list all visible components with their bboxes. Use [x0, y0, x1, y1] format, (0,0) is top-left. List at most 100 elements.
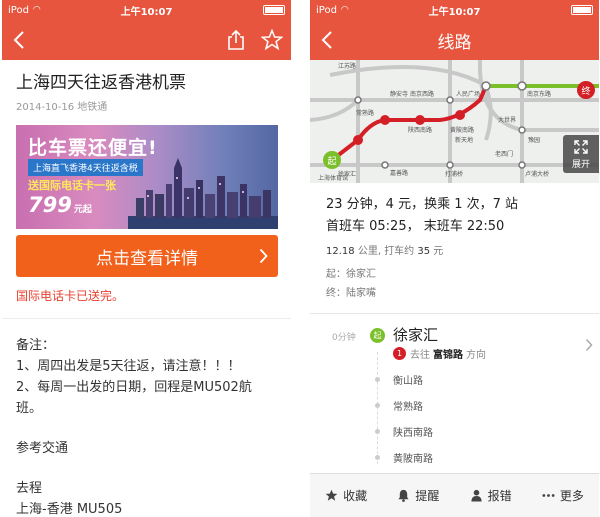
star-icon: [325, 489, 338, 501]
stop-name: 常熟路: [393, 402, 423, 413]
stop-name: 黄陂南路: [393, 454, 433, 465]
route-map[interactable]: 起 终 江苏路 静安寺 南京西路 人民广场 南京东路 常熟路 陕西南路 黄陂南路…: [310, 60, 599, 183]
stop-dot: [375, 429, 380, 434]
status-bar: iPod ◠ 上午10:07: [310, 0, 599, 20]
favorite-label: 收藏: [343, 489, 368, 503]
notes-section: 备注： 1、周四出发是5天往返，请注意！！！ 2、每周一出发的日期，回程是MU5…: [16, 335, 277, 517]
more-dots-icon: [542, 494, 555, 497]
direction-row: 1 去往 富锦路 方向: [393, 346, 486, 361]
view-details-button[interactable]: 点击查看详情: [16, 235, 278, 277]
battery-icon: [263, 5, 285, 15]
carrier-label: iPod: [8, 4, 29, 16]
banner-title: 比车票还便宜!: [28, 137, 158, 159]
transport-label: 参考交通: [16, 441, 69, 456]
route-steps[interactable]: 0分钟 起 徐家汇 1 去往 富锦路 方向 衡山路 常熟路 陕西南路 黄陂南路: [310, 314, 599, 472]
start-badge: 起: [370, 328, 385, 343]
remind-button[interactable]: 提醒: [382, 487, 454, 504]
favorite-button[interactable]: 收藏: [310, 487, 382, 504]
map-start-marker: 起: [327, 156, 336, 167]
bell-icon: [398, 489, 409, 502]
map-label: 嘉善路: [390, 169, 408, 177]
stop-dot: [375, 403, 380, 408]
step-duration: 0分钟: [332, 333, 356, 343]
banner-price: 799 元起: [28, 193, 92, 217]
banner-subtitle: 上海直飞香港4天往返含税: [28, 159, 143, 176]
map-label: 南京西路: [410, 90, 434, 98]
nav-bar: 线路: [310, 20, 599, 60]
route-line: [377, 352, 378, 464]
outbound-label: 去程: [16, 481, 43, 496]
bottom-toolbar: 收藏 提醒 报错 更多: [310, 473, 599, 517]
view-details-label: 点击查看详情: [96, 248, 198, 269]
map-label: 静安寺: [390, 90, 408, 98]
promo-banner[interactable]: 比车票还便宜! 上海直飞香港4天往返含税 送国际电话卡一张 799 元起: [16, 125, 278, 229]
clock: 上午10:07: [428, 6, 481, 18]
map-label: 豫园: [528, 136, 540, 144]
stop-dot: [375, 377, 380, 382]
report-error-button[interactable]: 报错: [455, 487, 527, 504]
start-station: 徐家汇: [393, 326, 439, 344]
notes-item-1: 1、周四出发是5天往返，请注意！！！: [16, 359, 241, 374]
battery-icon: [571, 5, 593, 15]
metro-map: 起 终 江苏路 静安寺 南京西路 人民广场 南京东路 常熟路 陕西南路 黄陂南路…: [310, 60, 599, 183]
direction-prefix: 去往: [410, 350, 430, 361]
notes-label: 备注：: [16, 338, 56, 353]
map-label: 常熟路: [356, 109, 374, 117]
direction-destination: 富锦路: [433, 350, 463, 361]
map-label: 南京东路: [527, 90, 551, 98]
banner-price-suffix: 元起: [73, 205, 92, 215]
distance-and-fare: 12.18 公里, 打车约 35 元: [326, 246, 444, 257]
expand-map-button[interactable]: 展开: [563, 135, 599, 173]
map-label: 上海体育馆: [318, 174, 348, 182]
map-label: 江苏路: [338, 62, 356, 70]
article-body: 上海四天往返香港机票 2014-10-16 地铁通 比车票还便宜! 上海直飞香港…: [2, 60, 291, 517]
map-label: 人民广场: [456, 90, 480, 98]
chevron-right-icon: [259, 248, 268, 264]
banner-price-value: 799: [28, 193, 72, 217]
back-button[interactable]: [2, 20, 36, 60]
map-label: 老西门: [495, 150, 513, 158]
expand-label: 展开: [571, 160, 590, 170]
page-title: 线路: [437, 32, 472, 53]
service-hours: 首班车 05:25， 末班车 22:50: [326, 219, 505, 234]
wifi-icon: ◠: [340, 5, 349, 15]
route-screen: iPod ◠ 上午10:07 线路 起 终 江苏路 静安寺 南京西路 人民广场 …: [310, 0, 599, 517]
map-end-marker: 终: [581, 85, 590, 97]
direction-suffix: 方向: [466, 350, 486, 361]
outbound-flight: 上海-香港 MU505: [16, 502, 123, 517]
notes-item-2a: 2、每周一出发的日期，回程是MU502航: [16, 380, 252, 395]
article-meta: 2014-10-16 地铁通: [16, 102, 108, 113]
remind-label: 提醒: [415, 489, 440, 503]
expand-icon: [574, 140, 588, 154]
stop-dot: [375, 455, 380, 460]
banner-gift: 送国际电话卡一张: [28, 179, 116, 192]
route-summary: 23 分钟，4 元，换乘 1 次，7 站 首班车 05:25， 末班车 22:5…: [310, 183, 599, 314]
hong-kong-skyline-image: [128, 158, 278, 229]
clock: 上午10:07: [120, 6, 173, 18]
divider: [2, 318, 291, 319]
back-button[interactable]: [310, 20, 344, 60]
sent-out-notice: 国际电话卡已送完。: [16, 289, 125, 303]
stop-name: 衡山路: [393, 376, 423, 387]
map-label: 陕西南路: [408, 126, 432, 134]
status-bar: iPod ◠ 上午10:07: [2, 0, 291, 20]
map-label: 卢浦大桥: [525, 170, 549, 178]
person-icon: [471, 489, 482, 502]
distance-value: 12.18: [326, 246, 355, 257]
map-label: 大世界: [498, 116, 516, 124]
line-badge: 1: [393, 347, 406, 360]
share-icon[interactable]: [225, 29, 247, 51]
wifi-icon: ◠: [32, 5, 41, 15]
report-error-label: 报错: [487, 489, 512, 503]
chevron-left-icon: [321, 31, 332, 49]
article-screen: iPod ◠ 上午10:07 上海四天往返香港机票 2014-10-16 地铁通: [2, 0, 291, 517]
more-button[interactable]: 更多: [527, 487, 599, 504]
stop-name: 陕西南路: [393, 428, 433, 439]
star-icon[interactable]: [261, 29, 283, 51]
chevron-right-icon[interactable]: [585, 338, 593, 352]
taxi-label: 打车约: [384, 246, 415, 257]
map-label: 新天地: [455, 136, 473, 144]
notes-item-2b: 班。: [16, 401, 43, 416]
route-overview: 23 分钟，4 元，换乘 1 次，7 站: [326, 197, 519, 212]
nav-bar: [2, 20, 291, 60]
